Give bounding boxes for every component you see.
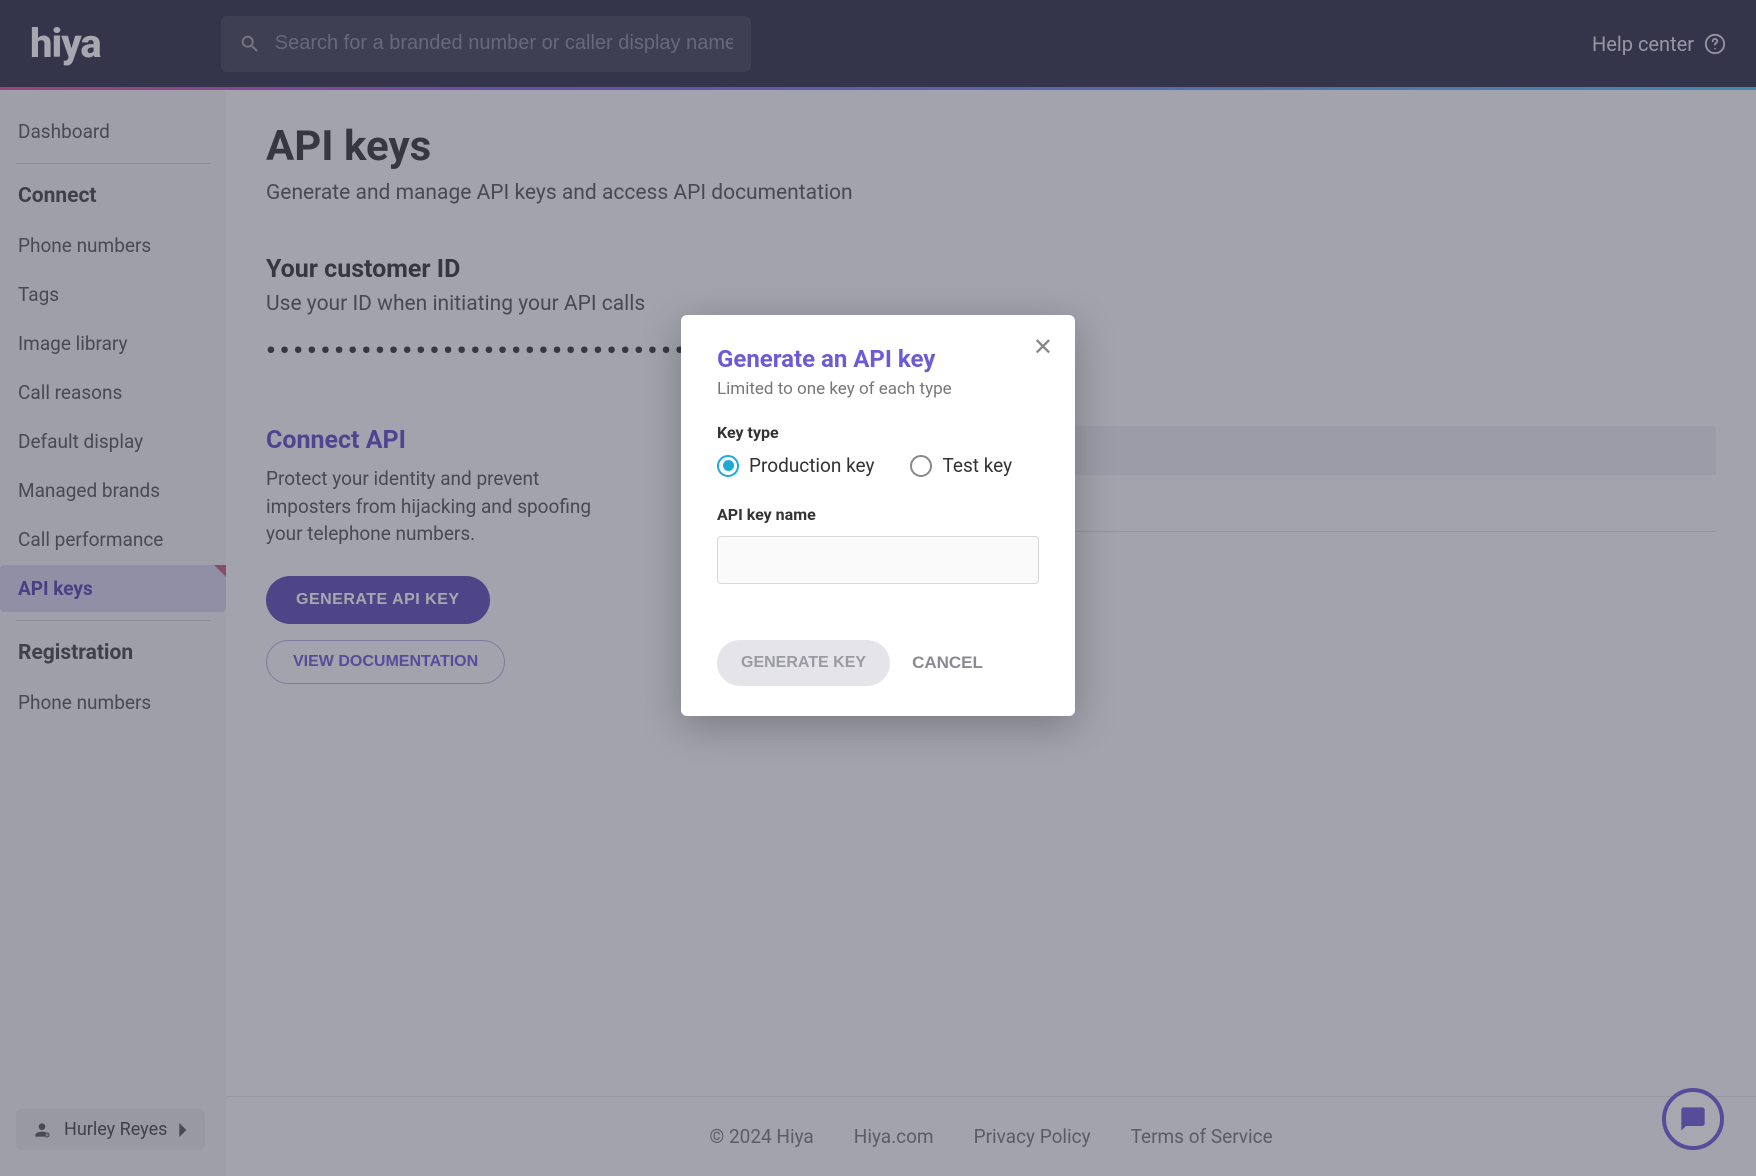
- modal-overlay[interactable]: ✕ Generate an API key Limited to one key…: [0, 0, 1756, 1176]
- close-icon[interactable]: ✕: [1033, 333, 1053, 361]
- radio-icon: [717, 455, 739, 477]
- modal-title: Generate an API key: [717, 345, 1039, 373]
- generate-key-button[interactable]: GENERATE KEY: [717, 640, 890, 686]
- generate-api-key-modal: ✕ Generate an API key Limited to one key…: [681, 315, 1075, 716]
- cancel-button[interactable]: CANCEL: [912, 653, 983, 673]
- key-type-label: Key type: [717, 423, 1039, 442]
- api-key-name-input[interactable]: [717, 536, 1039, 584]
- modal-subtitle: Limited to one key of each type: [717, 379, 1039, 399]
- radio-test-key[interactable]: Test key: [910, 454, 1012, 477]
- api-key-name-label: API key name: [717, 505, 1039, 524]
- radio-label: Test key: [942, 454, 1012, 477]
- radio-label: Production key: [749, 454, 874, 477]
- radio-icon: [910, 455, 932, 477]
- radio-production-key[interactable]: Production key: [717, 454, 874, 477]
